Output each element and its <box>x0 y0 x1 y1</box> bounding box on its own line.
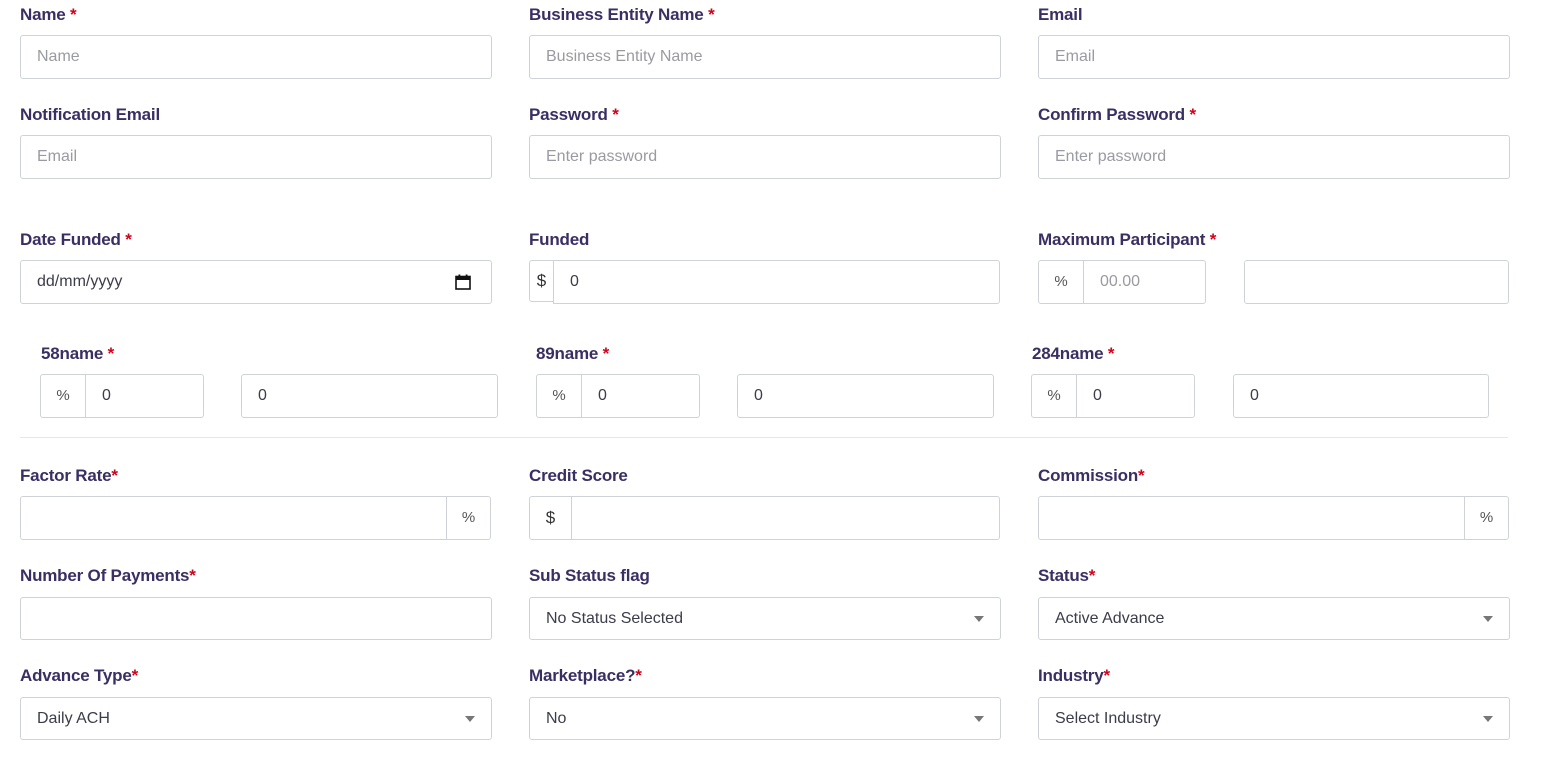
industry-select[interactable]: Select Industry <box>1038 697 1510 740</box>
credit-score-label: Credit Score <box>529 466 628 485</box>
confirm-password-input[interactable] <box>1038 135 1510 179</box>
funded-label: Funded <box>529 230 590 249</box>
commission-input[interactable] <box>1038 496 1465 540</box>
section-divider <box>20 437 1508 438</box>
participant-284name-percent-input[interactable]: 0 <box>1076 374 1195 418</box>
participant-58name-amount-input[interactable]: 0 <box>241 374 498 418</box>
name-input[interactable] <box>20 35 492 79</box>
calendar-icon[interactable] <box>455 274 471 290</box>
date-placeholder: dd/mm/yyyy <box>37 273 123 290</box>
confirm-password-label: Confirm Password * <box>1038 105 1196 124</box>
factor-rate-percent-addon: % <box>446 496 491 540</box>
chevron-down-icon <box>974 616 984 622</box>
chevron-down-icon <box>465 716 475 722</box>
marketplace-select[interactable]: No <box>529 697 1001 740</box>
email-label: Email <box>1038 5 1083 24</box>
commission-percent-addon: % <box>1464 496 1509 540</box>
participant-89name-label: 89name * <box>536 344 610 363</box>
funded-input[interactable]: 0 <box>553 260 1000 304</box>
factor-rate-label: Factor Rate* <box>20 466 118 485</box>
status-select[interactable]: Active Advance <box>1038 597 1510 640</box>
maximum-participant-percent-addon: % <box>1038 260 1084 304</box>
name-label: Name * <box>20 5 77 24</box>
participant-58name-percent-addon: % <box>40 374 86 418</box>
maximum-participant-label: Maximum Participant * <box>1038 230 1217 249</box>
sub-status-flag-select[interactable]: No Status Selected <box>529 597 1001 640</box>
advance-type-select[interactable]: Daily ACH <box>20 697 492 740</box>
factor-rate-input[interactable] <box>20 496 447 540</box>
credit-score-input[interactable] <box>571 496 1000 540</box>
participant-89name-percent-addon: % <box>536 374 582 418</box>
advance-type-label: Advance Type* <box>20 666 139 685</box>
participant-58name-percent-input[interactable]: 0 <box>85 374 204 418</box>
funded-dollar-addon: $ <box>529 260 554 302</box>
maximum-participant-amount-input[interactable] <box>1244 260 1509 304</box>
participant-284name-amount-input[interactable]: 0 <box>1233 374 1489 418</box>
business-entity-name-label: Business Entity Name * <box>529 5 715 24</box>
date-funded-input[interactable]: dd/mm/yyyy <box>20 260 492 304</box>
number-of-payments-label: Number Of Payments* <box>20 566 196 585</box>
status-label: Status* <box>1038 566 1096 585</box>
marketplace-label: Marketplace?* <box>529 666 642 685</box>
password-label: Password * <box>529 105 619 124</box>
industry-label: Industry* <box>1038 666 1110 685</box>
notification-email-input[interactable] <box>20 135 492 179</box>
participant-58name-label: 58name * <box>41 344 115 363</box>
chevron-down-icon <box>974 716 984 722</box>
business-entity-name-input[interactable] <box>529 35 1001 79</box>
participant-89name-amount-input[interactable]: 0 <box>737 374 994 418</box>
number-of-payments-input[interactable] <box>20 597 492 640</box>
maximum-participant-percent-input[interactable] <box>1083 260 1206 304</box>
password-input[interactable] <box>529 135 1001 179</box>
email-input[interactable] <box>1038 35 1510 79</box>
participant-89name-percent-input[interactable]: 0 <box>581 374 700 418</box>
credit-score-dollar-addon: $ <box>529 496 572 540</box>
chevron-down-icon <box>1483 616 1493 622</box>
commission-label: Commission* <box>1038 466 1145 485</box>
date-funded-label: Date Funded * <box>20 230 132 249</box>
sub-status-flag-label: Sub Status flag <box>529 566 650 585</box>
chevron-down-icon <box>1483 716 1493 722</box>
notification-email-label: Notification Email <box>20 105 160 124</box>
participant-284name-percent-addon: % <box>1031 374 1077 418</box>
participant-284name-label: 284name * <box>1032 344 1115 363</box>
